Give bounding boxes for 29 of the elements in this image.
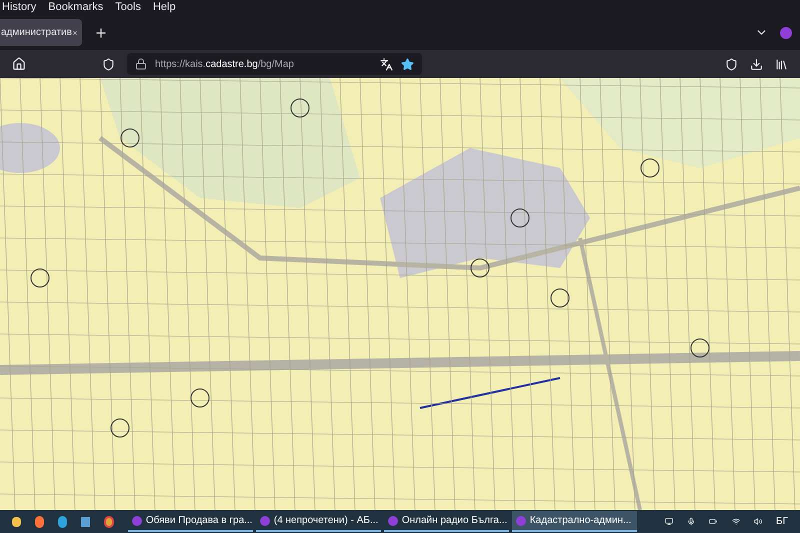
taskbar-window[interactable]: Обяви Продава в гра... <box>128 511 253 532</box>
bookmark-star-icon[interactable] <box>401 58 414 70</box>
battery-icon[interactable] <box>709 516 718 527</box>
extension-icon[interactable] <box>780 26 792 38</box>
home-icon[interactable] <box>12 57 26 71</box>
monitor-icon[interactable] <box>664 516 674 527</box>
menu-item[interactable]: History <box>2 2 36 13</box>
taskbar-window[interactable]: Кадастрално-админ... <box>512 511 637 532</box>
volume-icon[interactable] <box>754 516 762 527</box>
shield-icon[interactable] <box>102 58 115 70</box>
address-field[interactable]: https://kais.cadastre.bg/bg/Map <box>127 53 422 75</box>
app-icon <box>516 516 526 526</box>
app-icon <box>260 516 270 526</box>
menu-item[interactable]: Help <box>152 2 176 13</box>
browser-tab[interactable]: административ <box>0 19 82 46</box>
taskbar-window[interactable]: (4 непрочетени) - АБ... <box>256 511 381 532</box>
menu-item[interactable]: Tools <box>115 2 141 13</box>
app-icon <box>132 516 142 526</box>
lock-icon <box>135 58 147 70</box>
language-indicator[interactable]: БГ <box>776 514 788 529</box>
menu-item[interactable]: Bookmarks <box>48 2 104 13</box>
download-icon[interactable] <box>750 58 763 70</box>
library-icon[interactable] <box>775 58 788 70</box>
app-icon[interactable] <box>80 516 90 526</box>
taskbar-window[interactable]: Онлайн радио Бълга... <box>384 511 509 532</box>
microphone-icon[interactable] <box>687 516 696 527</box>
translate-icon[interactable] <box>380 58 393 70</box>
new-tab-icon[interactable] <box>94 26 108 40</box>
app-icon <box>388 516 398 526</box>
